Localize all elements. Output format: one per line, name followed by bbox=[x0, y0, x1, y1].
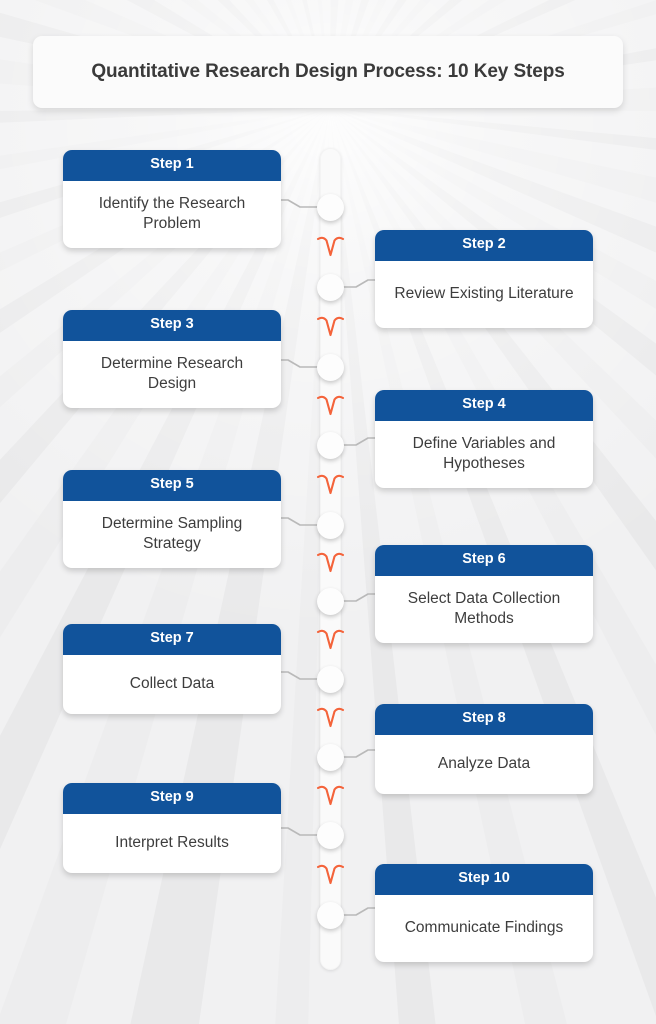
step-card-10[interactable]: Step 10 Communicate Findings bbox=[375, 864, 593, 962]
timeline-node-7[interactable] bbox=[317, 665, 344, 693]
flow-arrow-icon bbox=[313, 862, 348, 888]
flow-arrow-icon bbox=[313, 234, 348, 260]
step-card-1[interactable]: Step 1 Identify the Research Problem bbox=[63, 150, 281, 248]
step-card-header-9: Step 9 bbox=[63, 783, 281, 814]
step-card-5[interactable]: Step 5 Determine Sampling Strategy bbox=[63, 470, 281, 568]
timeline-node-6[interactable] bbox=[317, 587, 344, 615]
timeline-node-1[interactable] bbox=[317, 193, 344, 221]
page-title: Quantitative Research Design Process: 10… bbox=[91, 61, 565, 82]
step-card-text-4: Define Variables and Hypotheses bbox=[412, 434, 556, 473]
step-card-text-7: Collect Data bbox=[129, 675, 215, 693]
step-card-text-6: Select Data Collection Methods bbox=[407, 589, 561, 628]
step-card-header-2: Step 2 bbox=[375, 230, 593, 261]
step-card-header-3: Step 3 bbox=[63, 310, 281, 341]
step-card-text-5: Determine Sampling Strategy bbox=[101, 514, 243, 553]
step-card-2[interactable]: Step 2 Review Existing Literature bbox=[375, 230, 593, 328]
timeline-node-5[interactable] bbox=[317, 511, 344, 539]
timeline-node-4[interactable] bbox=[317, 431, 344, 459]
timeline-node-9[interactable] bbox=[317, 821, 344, 849]
step-card-header-6: Step 6 bbox=[375, 545, 593, 576]
step-card-3[interactable]: Step 3 Determine Research Design bbox=[63, 310, 281, 408]
flow-arrow-icon bbox=[313, 550, 348, 576]
flow-arrow-icon bbox=[313, 393, 348, 419]
step-card-text-3: Determine Research Design bbox=[100, 354, 244, 393]
title-card: Quantitative Research Design Process: 10… bbox=[33, 36, 623, 108]
step-card-6[interactable]: Step 6 Select Data Collection Methods bbox=[375, 545, 593, 643]
timeline-node-8[interactable] bbox=[317, 743, 344, 771]
step-card-8[interactable]: Step 8 Analyze Data bbox=[375, 704, 593, 794]
step-card-text-2: Review Existing Literature bbox=[394, 285, 574, 303]
flow-arrow-icon bbox=[313, 705, 348, 731]
step-card-4[interactable]: Step 4 Define Variables and Hypotheses bbox=[375, 390, 593, 488]
step-card-text-10: Communicate Findings bbox=[404, 919, 564, 937]
step-card-text-9: Interpret Results bbox=[115, 834, 229, 852]
timeline-node-2[interactable] bbox=[317, 273, 344, 301]
step-card-9[interactable]: Step 9 Interpret Results bbox=[63, 783, 281, 873]
step-card-header-5: Step 5 bbox=[63, 470, 281, 501]
flow-arrow-icon bbox=[313, 627, 348, 653]
timeline-node-10[interactable] bbox=[317, 901, 344, 929]
step-card-text-1: Identify the Research Problem bbox=[98, 194, 246, 233]
timeline-node-3[interactable] bbox=[317, 353, 344, 381]
step-card-header-8: Step 8 bbox=[375, 704, 593, 735]
flow-arrow-icon bbox=[313, 783, 348, 809]
step-card-header-4: Step 4 bbox=[375, 390, 593, 421]
step-card-7[interactable]: Step 7 Collect Data bbox=[63, 624, 281, 714]
step-card-header-7: Step 7 bbox=[63, 624, 281, 655]
step-card-header-1: Step 1 bbox=[63, 150, 281, 181]
flow-arrow-icon bbox=[313, 472, 348, 498]
step-card-text-8: Analyze Data bbox=[437, 755, 531, 773]
flow-arrow-icon bbox=[313, 314, 348, 340]
step-card-header-10: Step 10 bbox=[375, 864, 593, 895]
